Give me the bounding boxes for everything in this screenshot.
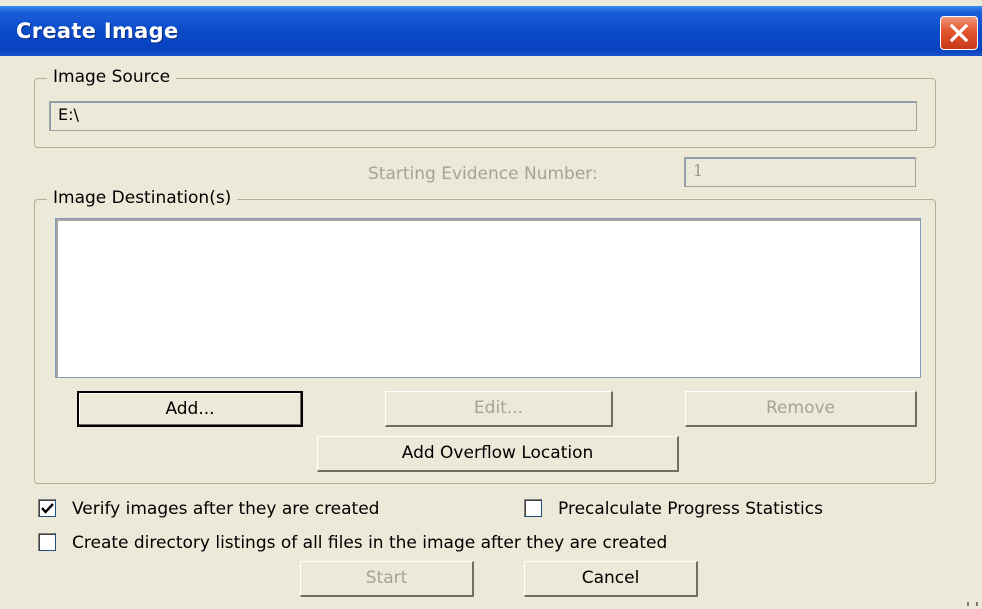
precalculate-option[interactable]: Precalculate Progress Statistics — [524, 497, 904, 521]
start-button: Start — [300, 561, 474, 597]
cancel-button[interactable]: Cancel — [524, 561, 698, 597]
window-title: Create Image — [16, 19, 179, 43]
verify-option[interactable]: Verify images after they are created — [38, 497, 498, 521]
image-destinations-legend: Image Destination(s) — [47, 188, 238, 208]
directory-listings-option[interactable]: Create directory listings of all files i… — [38, 531, 858, 555]
precalculate-checkbox[interactable] — [524, 499, 542, 517]
edit-button: Edit... — [385, 391, 613, 427]
image-destinations-group: Image Destination(s) Add... Edit... Remo… — [34, 188, 936, 484]
title-bar: Create Image — [0, 6, 982, 56]
add-overflow-location-button[interactable]: Add Overflow Location — [317, 436, 679, 472]
remove-button: Remove — [685, 391, 917, 427]
image-source-field[interactable]: E:\ — [49, 101, 917, 131]
destinations-listbox[interactable] — [55, 218, 921, 378]
resize-grip-icon — [967, 602, 978, 606]
precalculate-label: Precalculate Progress Statistics — [558, 499, 823, 519]
checkmark-icon — [41, 503, 54, 514]
close-button[interactable] — [940, 16, 978, 50]
directory-listings-label: Create directory listings of all files i… — [72, 533, 668, 553]
verify-checkbox[interactable] — [38, 499, 56, 517]
directory-listings-checkbox[interactable] — [38, 533, 56, 551]
close-x-icon — [949, 23, 969, 43]
resize-grip[interactable] — [966, 598, 980, 606]
add-button[interactable]: Add... — [77, 391, 303, 427]
verify-label: Verify images after they are created — [72, 499, 380, 519]
image-source-group: Image Source E:\ — [34, 67, 936, 148]
evidence-number-field: 1 — [684, 157, 916, 187]
image-source-legend: Image Source — [47, 67, 177, 87]
evidence-number-label: Starting Evidence Number: — [368, 164, 598, 184]
